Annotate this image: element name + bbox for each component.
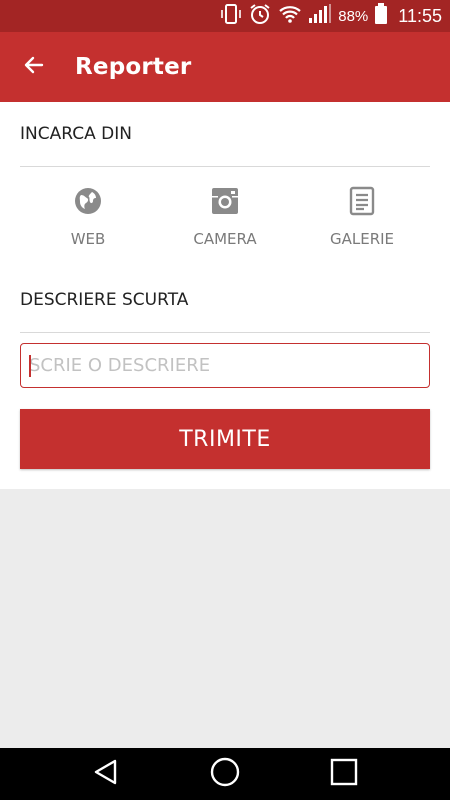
battery-icon — [374, 2, 388, 30]
source-camera-button[interactable]: CAMERA — [175, 184, 275, 248]
reporter-form: INCARCA DIN WEB CAMERA GALERIE DESCRIERE… — [0, 102, 450, 489]
source-web-label: WEB — [70, 230, 106, 248]
divider — [20, 166, 430, 167]
wifi-icon — [278, 4, 302, 29]
back-triangle-icon — [91, 757, 121, 792]
clock: 11:55 — [398, 5, 442, 26]
battery-percent: 88% — [338, 7, 369, 25]
status-bar: 88% 11:55 — [0, 0, 450, 32]
app-bar: Reporter — [0, 32, 450, 102]
signal-icon — [308, 3, 332, 29]
globe-icon — [38, 184, 138, 218]
source-web-button[interactable]: WEB — [38, 184, 138, 248]
divider — [20, 332, 430, 333]
recents-square-icon — [329, 757, 359, 792]
back-button[interactable] — [20, 53, 48, 81]
home-circle-icon — [209, 756, 241, 793]
nav-back-button[interactable] — [86, 756, 126, 792]
status-icons: 88% 11:55 — [220, 0, 442, 32]
source-gallery-button[interactable]: GALERIE — [312, 184, 412, 248]
source-gallery-label: GALERIE — [329, 230, 395, 248]
text-cursor — [29, 355, 31, 377]
page-title: Reporter — [75, 54, 192, 80]
send-button[interactable]: TRIMITE — [20, 409, 430, 469]
upload-section-label: INCARCA DIN — [20, 124, 132, 144]
arrow-left-icon — [22, 53, 46, 82]
description-section-label: DESCRIERE SCURTA — [20, 290, 189, 310]
nav-recents-button[interactable] — [324, 756, 364, 792]
system-nav-bar — [0, 748, 450, 800]
source-camera-label: CAMERA — [193, 230, 257, 248]
nav-home-button[interactable] — [205, 756, 245, 792]
description-input[interactable] — [20, 343, 430, 388]
camera-icon — [175, 184, 275, 218]
vibrate-icon — [220, 3, 242, 30]
document-icon — [312, 184, 412, 218]
alarm-icon — [248, 2, 272, 31]
